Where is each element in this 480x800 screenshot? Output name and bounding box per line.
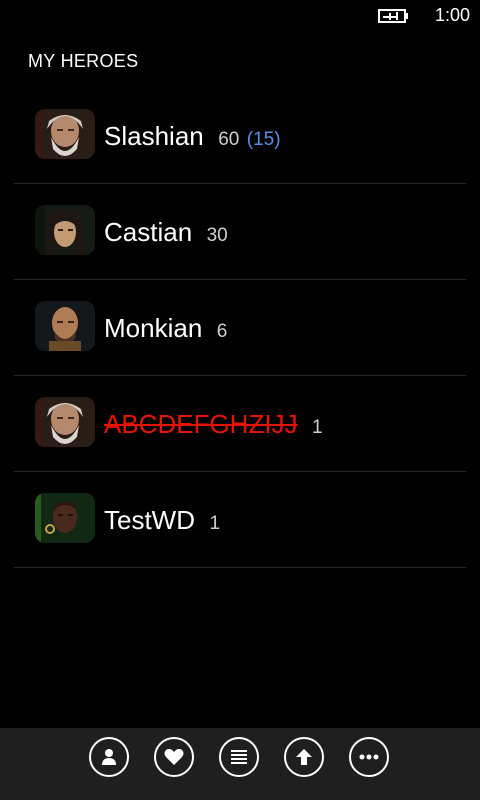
favorites-button[interactable]	[154, 737, 194, 777]
more-button[interactable]	[349, 737, 389, 777]
hero-name: Monkian	[104, 313, 203, 343]
app-bar	[0, 728, 480, 800]
more-icon	[359, 754, 379, 760]
hero-row[interactable]: Castian 30	[14, 184, 466, 280]
barbarian-portrait	[35, 109, 95, 159]
hero-level: 60	[218, 129, 240, 150]
barbarian-portrait	[35, 397, 95, 447]
person-icon	[102, 749, 116, 765]
hero-level: 6	[216, 321, 228, 342]
hero-list: Slashian 60 (15) Castian 30 Monkian 6 AB…	[14, 88, 466, 568]
hero-level: 30	[206, 225, 228, 246]
hero-name: Castian	[104, 217, 193, 247]
list-icon	[231, 750, 247, 764]
hero-row[interactable]: Monkian 6	[14, 280, 466, 376]
hero-row[interactable]: TestWD 1	[14, 472, 466, 568]
page-title: MY HEROES	[28, 51, 139, 71]
hero-row[interactable]: ABCDEFGHZIJJ 1	[14, 376, 466, 472]
battery-charging-icon	[378, 9, 408, 23]
list-button[interactable]	[219, 737, 259, 777]
upload-icon	[296, 749, 312, 765]
wizard-portrait	[35, 205, 95, 255]
hero-level: 1	[209, 513, 221, 534]
heart-icon	[164, 748, 184, 765]
profile-button[interactable]	[89, 737, 129, 777]
hero-level: 1	[312, 417, 323, 438]
hero-row[interactable]: Slashian 60 (15)	[14, 88, 466, 184]
clock: 1:00	[434, 5, 470, 25]
hero-name: TestWD	[104, 505, 195, 535]
hero-name: Slashian	[104, 121, 204, 151]
hero-paragon-level: (15)	[246, 129, 281, 150]
hero-name-dead: ABCDEFGHZIJJ	[104, 409, 298, 439]
status-bar: 1:00	[0, 0, 480, 32]
witch-doctor-portrait	[35, 493, 95, 543]
upload-button[interactable]	[284, 737, 324, 777]
monk-portrait	[35, 301, 95, 351]
